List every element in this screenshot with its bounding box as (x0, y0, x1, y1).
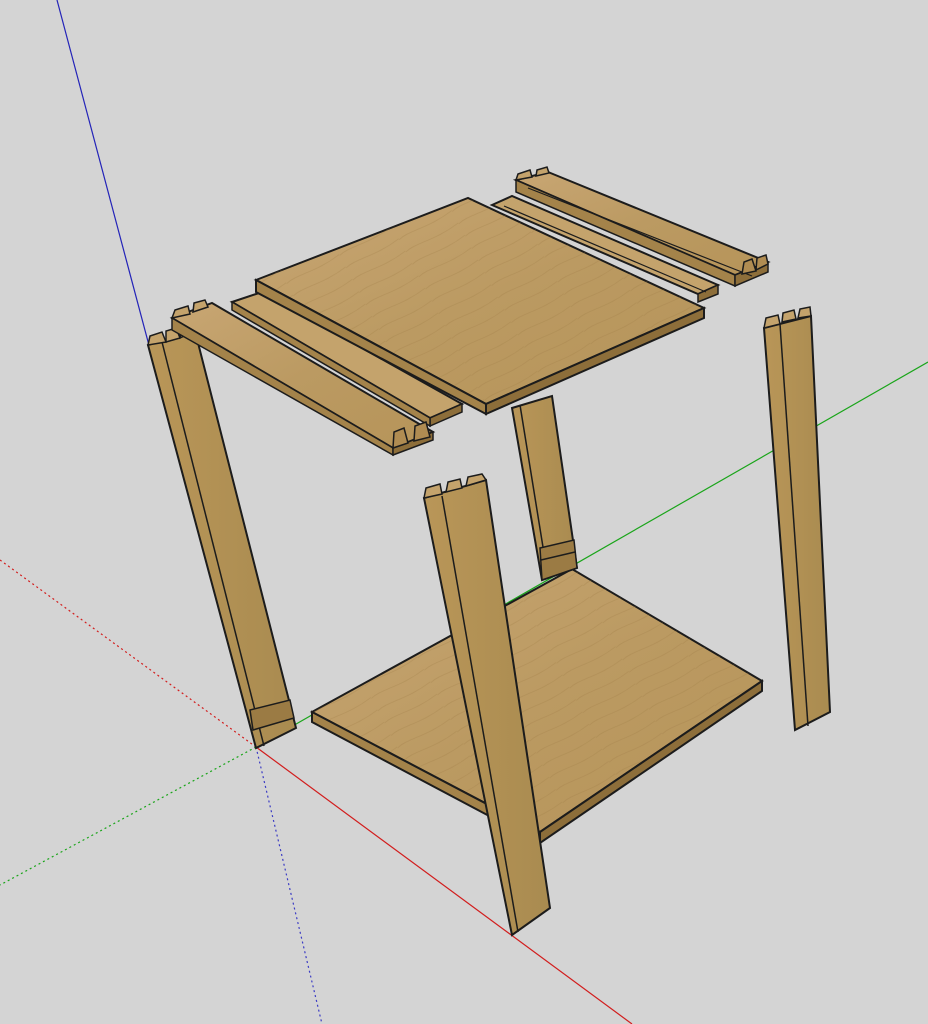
back-center-leg[interactable] (510, 394, 579, 582)
sketchup-3d-viewport[interactable] (0, 0, 928, 1024)
green-axis-dotted (0, 746, 257, 886)
bottom-shelf[interactable] (309, 567, 764, 845)
right-leg[interactable] (762, 306, 832, 732)
model-canvas[interactable] (0, 0, 928, 1024)
